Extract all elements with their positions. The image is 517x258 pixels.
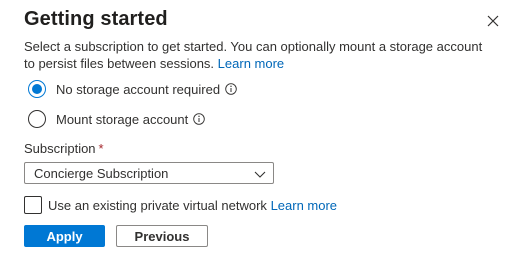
close-icon (484, 12, 502, 30)
radio-button-unchecked[interactable] (28, 110, 46, 128)
subscription-label-text: Subscription (24, 141, 96, 156)
radio-no-storage[interactable]: No storage account required (28, 80, 237, 98)
subscription-label: Subscription * (24, 141, 104, 156)
radio-mount-storage-label: Mount storage account (56, 111, 189, 127)
close-button[interactable] (484, 12, 502, 30)
getting-started-dialog: Getting started Select a subscription to… (0, 0, 517, 258)
info-icon[interactable] (225, 83, 237, 95)
vnet-option: Use an existing private virtual network … (24, 196, 337, 214)
apply-button[interactable]: Apply (24, 225, 105, 247)
previous-button[interactable]: Previous (116, 225, 208, 247)
info-icon[interactable] (193, 113, 206, 125)
subscription-dropdown[interactable]: Concierge Subscription (24, 162, 274, 184)
radio-button-checked[interactable] (28, 80, 46, 98)
subscription-selected-value: Concierge Subscription (34, 166, 169, 181)
dialog-description: Select a subscription to get started. Yo… (24, 38, 494, 72)
description-learn-more-link[interactable]: Learn more (218, 56, 284, 71)
radio-mount-storage[interactable]: Mount storage account (28, 110, 206, 128)
dialog-title: Getting started (24, 8, 168, 30)
vnet-checkbox[interactable] (24, 196, 42, 214)
vnet-label: Use an existing private virtual network (48, 197, 267, 213)
required-marker: * (98, 141, 104, 156)
chevron-down-icon (254, 168, 266, 180)
vnet-learn-more-link[interactable]: Learn more (271, 198, 337, 213)
radio-no-storage-label: No storage account required (56, 81, 221, 97)
